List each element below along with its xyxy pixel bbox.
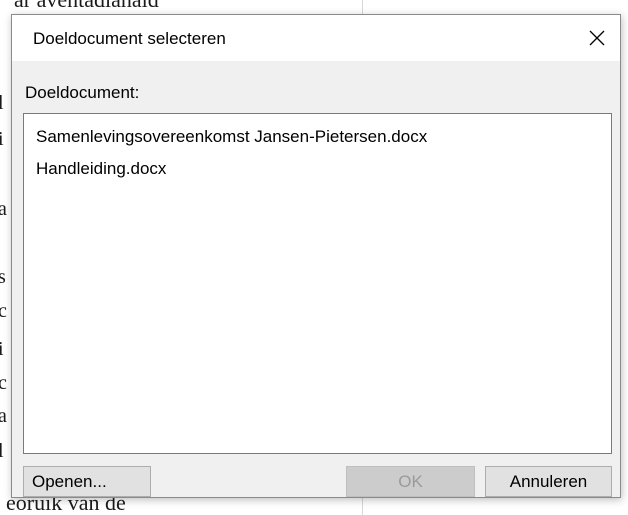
cancel-button[interactable]: Annuleren: [485, 466, 612, 497]
background-text-top: ar aventadianaid: [14, 0, 159, 11]
background-edge-letter: s: [0, 266, 6, 288]
close-button[interactable]: [574, 15, 620, 61]
ok-button-label: OK: [398, 471, 423, 491]
background-edge-letter: l: [0, 440, 4, 462]
background-edge-letter: a: [0, 405, 7, 427]
background-edge-letter: l: [0, 92, 4, 114]
background-edge-letter: c: [0, 372, 7, 394]
list-item[interactable]: Samenlevingsovereenkomst Jansen-Pieterse…: [36, 127, 427, 147]
close-icon: [589, 30, 605, 46]
background-edge-letter: a: [0, 198, 7, 220]
dialog-title: Doeldocument selecteren: [33, 29, 226, 48]
document-listbox[interactable]: Samenlevingsovereenkomst Jansen-Pieterse…: [23, 113, 612, 454]
target-document-label: Doeldocument:: [25, 83, 140, 102]
open-button-label: Openen...: [32, 471, 107, 491]
ok-button[interactable]: OK: [346, 466, 475, 497]
dialog-titlebar[interactable]: Doeldocument selecteren: [12, 15, 620, 61]
list-item[interactable]: Handleiding.docx: [36, 159, 166, 179]
background-edge-letter: c: [0, 300, 7, 322]
open-button[interactable]: Openen...: [23, 466, 151, 497]
background-edge-letter: i: [0, 128, 4, 150]
background-edge-letter: i: [0, 338, 4, 360]
select-target-document-dialog: Doeldocument selecteren Doeldocument: Sa…: [11, 14, 621, 498]
cancel-button-label: Annuleren: [509, 471, 588, 491]
